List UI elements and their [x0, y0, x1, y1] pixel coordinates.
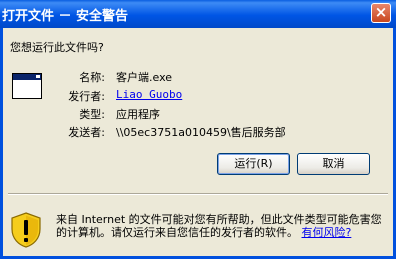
shield-warning-icon: [11, 212, 41, 248]
window-border-left: [0, 28, 3, 259]
prompt-question: 您想运行此文件吗?: [10, 41, 104, 54]
type-label: 类型:: [79, 108, 105, 121]
sender-value: \\05ec3751a010459\售后服务部: [116, 126, 286, 139]
sender-label: 发送者:: [68, 126, 105, 139]
title-bar: 打开文件 － 安全警告 ×: [0, 0, 396, 28]
warning-message: 来自 Internet 的文件可能对您有所帮助，但此文件类型可能危害您的计算机。…: [56, 213, 386, 239]
close-button[interactable]: ×: [371, 3, 391, 23]
publisher-label: 发行者:: [68, 90, 105, 103]
name-label: 名称:: [79, 71, 105, 84]
publisher-link[interactable]: Liao Guobo: [116, 88, 182, 101]
type-value: 应用程序: [116, 108, 160, 121]
name-value: 客户端.exe: [116, 71, 173, 84]
risk-link[interactable]: 有何风险?: [302, 226, 352, 239]
window-title: 打开文件 － 安全警告: [2, 9, 129, 24]
run-button[interactable]: 运行(R): [217, 153, 290, 175]
separator: [8, 193, 388, 195]
cancel-button[interactable]: 取消: [297, 153, 370, 175]
